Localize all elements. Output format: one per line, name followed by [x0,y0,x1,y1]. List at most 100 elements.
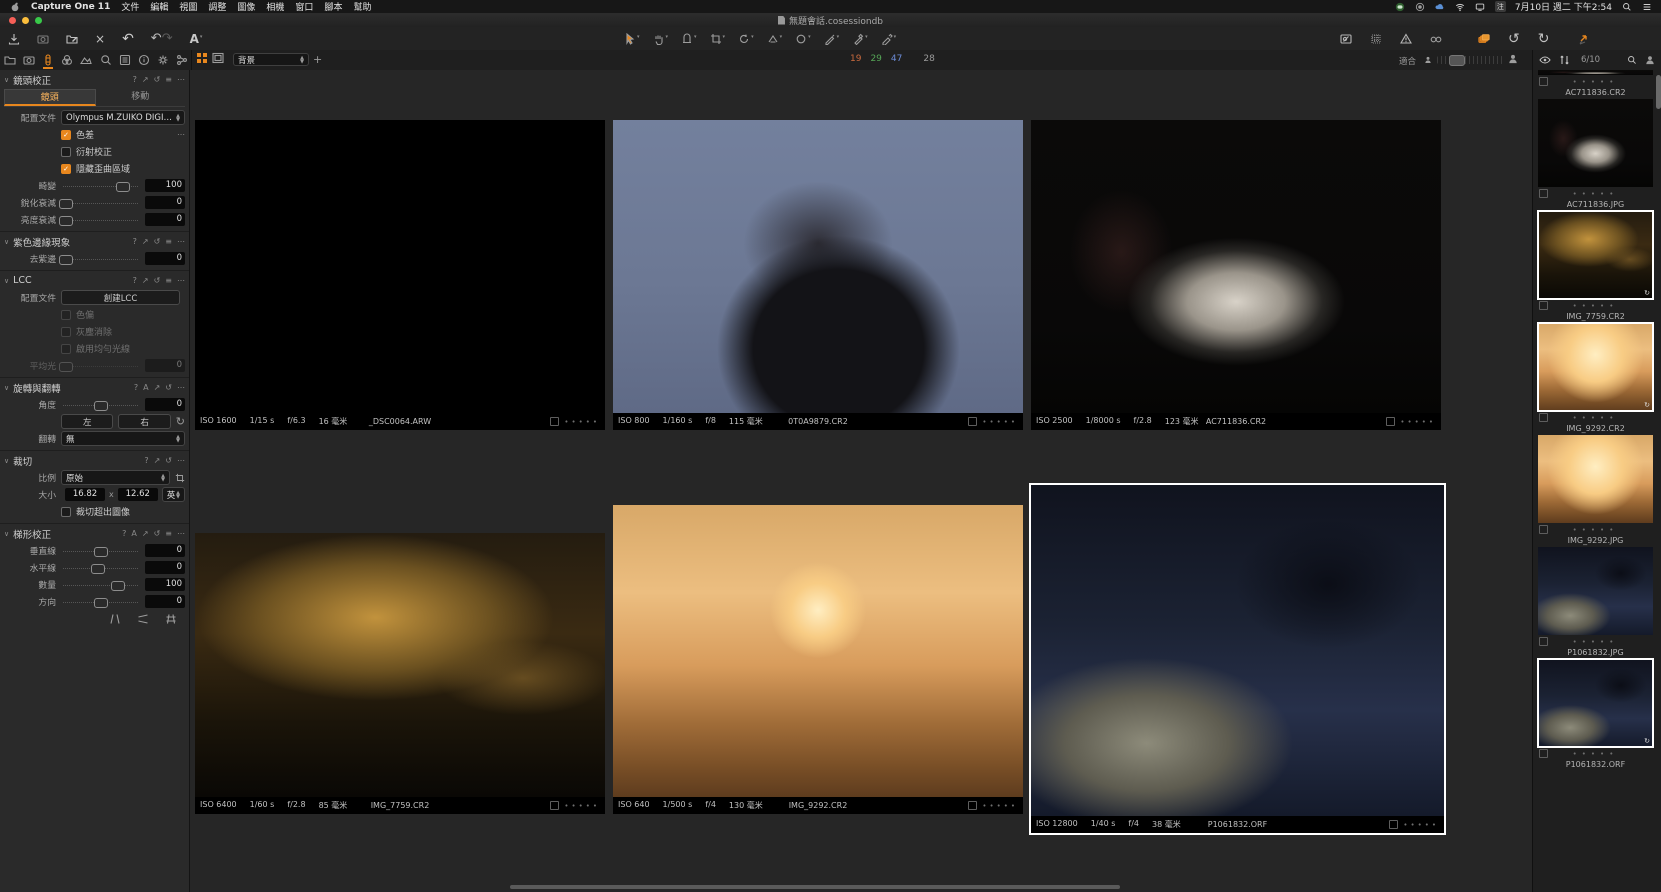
star-rating[interactable]: ••••• [564,418,600,426]
input-method-icon[interactable]: 注 [1495,1,1506,12]
styles-button[interactable]: A▾ [188,33,205,45]
slider-handle[interactable] [111,581,125,591]
keystone-aspect-slider[interactable] [61,594,140,610]
loupe-cursor-tool[interactable]: ▾ [679,33,699,45]
reset-icon[interactable]: ↺ [154,237,161,246]
uniform-light-value[interactable]: 0 [145,359,185,372]
ca-analyze-button[interactable]: ⋯ [177,130,185,139]
crop-outside-image-checkbox[interactable] [61,507,71,517]
redo-icon[interactable]: ↷ [162,32,173,45]
apple-menu-icon[interactable] [9,1,20,12]
chat-status-icon[interactable] [1395,1,1406,12]
popout-icon[interactable]: ↗ [142,75,149,84]
filter-search-icon[interactable] [1627,55,1637,65]
zoom-fit-dropdown[interactable]: 適合 [1399,55,1416,67]
browse-eye-toggle[interactable] [1539,54,1551,66]
filmstrip-item[interactable]: ••••• AC711836.JPG [1537,99,1654,211]
lcc-header[interactable]: ∨ LCC ? ↗ ↺ ≡ ⋯ [4,272,185,289]
presets-icon[interactable]: ≡ [165,276,172,285]
sync-status-icon[interactable] [1415,1,1426,12]
keystone-vertical-value[interactable]: 0 [145,544,185,557]
copy-apply-adjustments-button[interactable] [1575,33,1591,45]
tab-lens-correction[interactable] [41,51,54,69]
grid-photo-cell[interactable]: AC711836.CR2 ISO 2500 1/8000 s f/2.8 123… [1031,120,1441,430]
pick-checkbox[interactable] [968,801,977,810]
collapse-icon[interactable]: ∨ [4,76,9,84]
grid-view-toggle[interactable] [196,52,208,64]
add-collection-button[interactable]: + [313,54,322,65]
slider-handle[interactable] [59,362,73,372]
distortion-slider[interactable] [61,178,140,194]
star-rating[interactable]: ••••• [982,802,1018,810]
thumb-img7759-cr2[interactable] [1538,211,1653,299]
recipe-proofing-toggle[interactable] [1428,33,1444,45]
import-button[interactable] [6,33,22,45]
straighten-cursor-tool[interactable]: ▾ [765,33,785,45]
undo-icon[interactable]: ↶ [151,32,162,45]
rotate-cursor-tool[interactable]: ▾ [736,33,756,45]
menu-window[interactable]: 窗口 [295,0,313,13]
help-icon[interactable]: ? [144,456,148,465]
menu-camera[interactable]: 相機 [266,0,284,13]
menu-image[interactable]: 圖像 [237,0,255,13]
create-lcc-button[interactable]: 創建LCC [61,290,180,305]
sort-filter-button[interactable] [1559,54,1571,66]
presets-icon[interactable]: ≡ [165,237,172,246]
slider-handle[interactable] [94,547,108,557]
crop-height-field[interactable]: 12.62 [118,488,158,501]
menu-adjustments[interactable]: 調整 [208,0,226,13]
delete-button[interactable]: × [93,33,107,45]
help-icon[interactable]: ? [133,75,137,84]
collapse-icon[interactable]: ∨ [4,277,9,285]
slider-handle[interactable] [59,199,73,209]
more-icon[interactable]: ⋯ [177,383,185,392]
star-rating[interactable]: ••••• [1537,750,1654,758]
reset-icon[interactable]: ↺ [165,456,172,465]
more-icon[interactable]: ⋯ [177,75,185,84]
grid-photo-cell[interactable]: IMG_9292.CR2 ISO 640 1/500 s f/4 130 毫米 … [613,505,1023,814]
star-rating[interactable]: ••••• [1537,78,1654,86]
pick-checkbox[interactable] [550,801,559,810]
angle-slider[interactable] [61,397,140,413]
zoom-window-button[interactable] [35,17,42,24]
slider-handle[interactable] [59,216,73,226]
tab-color[interactable] [61,51,74,69]
star-rating[interactable]: ••••• [1403,821,1439,829]
uniform-light-slider[interactable] [61,358,140,374]
thumb-p1061832-orf[interactable] [1538,659,1653,747]
select-cursor-tool[interactable]: ▾ [622,33,642,45]
slider-handle[interactable] [59,255,73,265]
popout-icon[interactable]: ↗ [154,456,161,465]
thumb-ac711836-jpg[interactable] [1538,99,1653,187]
star-rating[interactable]: ••••• [1537,414,1654,422]
popout-icon[interactable]: ↗ [154,383,161,392]
star-rating[interactable]: ••••• [1537,638,1654,646]
defringe-value[interactable]: 0 [145,252,185,265]
menu-help[interactable]: 幫助 [353,0,371,13]
collection-select[interactable]: 背景 ▲▼ [233,53,309,66]
collapse-icon[interactable]: ∨ [4,457,9,465]
onedrive-cloud-icon[interactable] [1435,1,1446,12]
thumb-img9292-cr2[interactable] [1538,323,1653,411]
tab-exposure[interactable] [80,51,93,69]
menu-scripts[interactable]: 腳本 [324,0,342,13]
filmstrip-item[interactable]: ••••• P1061832.JPG [1537,547,1654,659]
keystone-amount-value[interactable]: 100 [145,578,185,591]
free-rotate-icon[interactable]: ↻ [176,416,185,427]
spotlight-search-icon[interactable] [1621,1,1632,12]
auto-adjust-icon[interactable]: A [143,383,148,392]
star-rating[interactable]: ••••• [564,802,600,810]
horizontal-scrollbar[interactable] [510,885,1120,889]
crop-unit-select[interactable]: 英吋 ▲▼ [162,487,185,502]
zoom-slider-thumb[interactable] [1449,55,1465,66]
chromatic-aberration-checkbox[interactable]: ✓ [61,130,71,140]
collapse-icon[interactable]: ∨ [4,530,9,538]
reset-icon[interactable]: ↺ [165,383,172,392]
pick-checkbox[interactable] [1386,417,1395,426]
grid-overlay-toggle[interactable] [1368,33,1384,45]
rotate-right-button[interactable]: ↻ [1536,32,1552,46]
light-falloff-value[interactable]: 0 [145,213,185,226]
reset-icon[interactable]: ↺ [154,276,161,285]
viewer-toggle[interactable] [212,52,224,64]
more-icon[interactable]: ⋯ [177,276,185,285]
